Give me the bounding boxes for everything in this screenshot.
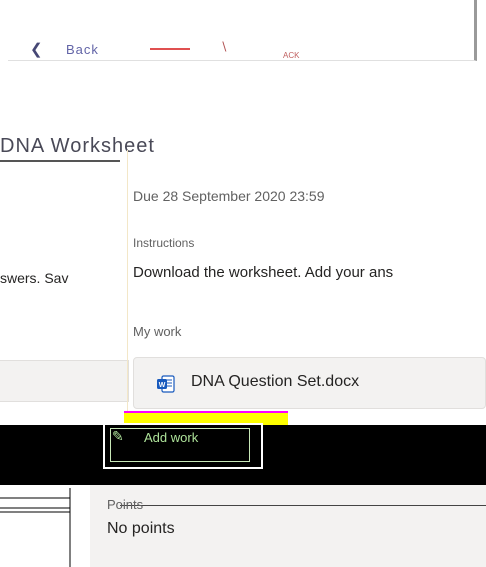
render-glitch-lines <box>0 488 71 567</box>
divider <box>0 160 120 162</box>
render-glitch <box>150 48 190 50</box>
instructions-label: Instructions <box>133 236 195 250</box>
assignment-title: DNA Worksheet <box>0 135 155 155</box>
instructions-text: Download the worksheet. Add your ans <box>133 264 394 281</box>
back-button[interactable]: Back <box>66 42 99 57</box>
attachment-card[interactable]: W DNA Question Set.docx <box>133 357 486 409</box>
instructions-fragment: swers. Sav <box>0 270 69 286</box>
points-value: No points <box>107 520 175 537</box>
points-label: Points <box>107 497 144 512</box>
attachment-name[interactable]: DNA Question Set.docx <box>191 373 359 391</box>
render-glitch-text: ACK <box>283 51 300 60</box>
render-glitch-mark: ∖ <box>220 40 228 54</box>
svg-text:W: W <box>159 382 166 389</box>
assignment-title-strip: DNA Worksheet <box>0 135 486 155</box>
left-panel <box>0 360 129 402</box>
add-work-label[interactable]: Add work <box>144 430 198 445</box>
word-file-icon: W <box>157 375 175 393</box>
my-work-label: My work <box>133 324 182 339</box>
due-date: Due 28 September 2020 23:59 <box>133 188 325 204</box>
column-divider <box>127 150 128 420</box>
paperclip-icon: ✎ <box>112 428 124 444</box>
chevron-left-icon[interactable]: ❮ <box>30 40 43 58</box>
divider <box>120 505 486 506</box>
